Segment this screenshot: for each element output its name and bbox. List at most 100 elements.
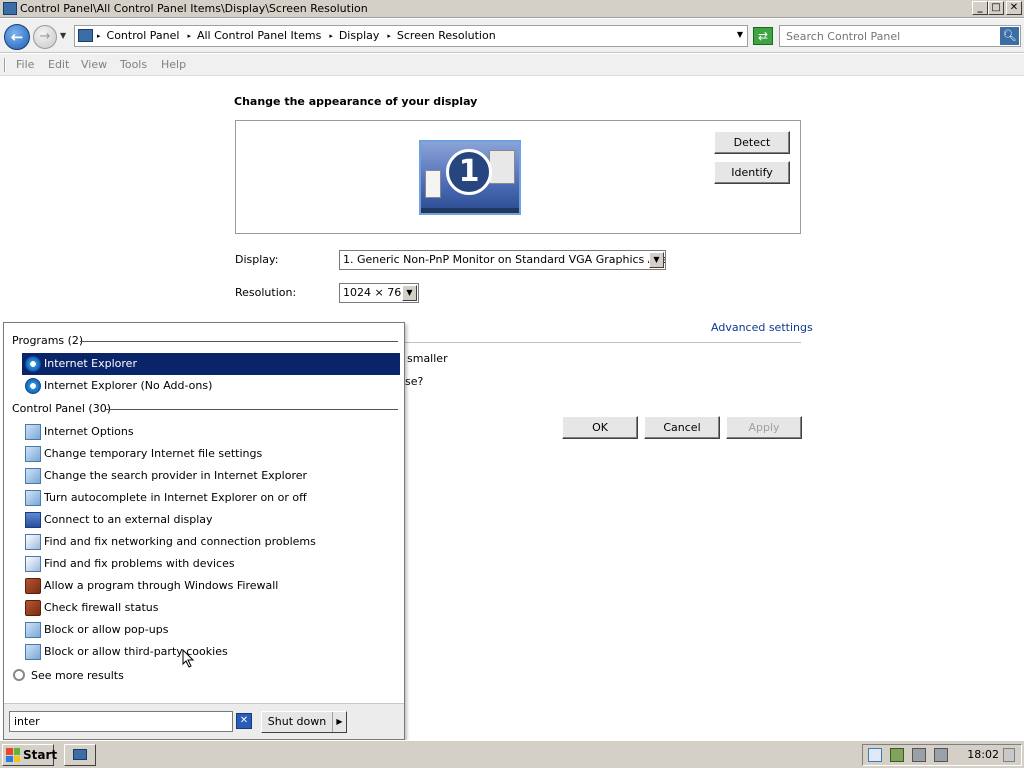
- minimize-button[interactable]: _: [972, 1, 988, 15]
- internet-options-icon: [25, 490, 41, 506]
- result-external-display[interactable]: Connect to an external display: [22, 509, 400, 531]
- volume-muted-icon[interactable]: [934, 748, 948, 762]
- result-fix-devices[interactable]: Find and fix problems with devices: [22, 553, 400, 575]
- chevron-right-icon[interactable]: ▸: [187, 32, 191, 40]
- start-search-input[interactable]: [10, 712, 232, 731]
- result-popups[interactable]: Block or allow pop-ups: [22, 619, 400, 641]
- show-desktop-icon[interactable]: [1003, 748, 1015, 762]
- chevron-right-icon[interactable]: ▸: [387, 32, 391, 40]
- search-input[interactable]: [781, 27, 999, 45]
- network-icon[interactable]: [890, 748, 904, 762]
- result-cookies[interactable]: Block or allow third-party cookies: [22, 641, 400, 663]
- menu-view[interactable]: View: [81, 58, 107, 71]
- troubleshoot-icon: [25, 534, 41, 550]
- result-label: Turn autocomplete in Internet Explorer o…: [44, 491, 307, 504]
- result-firewall-allow[interactable]: Allow a program through Windows Firewall: [22, 575, 400, 597]
- show-desktop-button[interactable]: [64, 744, 96, 766]
- clear-search-icon[interactable]: ✕: [236, 713, 252, 729]
- breadcrumb-control-panel[interactable]: ▸ Control Panel: [97, 29, 179, 42]
- result-firewall-status[interactable]: Check firewall status: [22, 597, 400, 619]
- troubleshoot-icon: [25, 556, 41, 572]
- resolution-label: Resolution:: [235, 286, 297, 299]
- divider: [80, 341, 398, 342]
- result-label: Block or allow pop-ups: [44, 623, 169, 636]
- recent-pages-dropdown[interactable]: ▼: [60, 31, 66, 40]
- result-temp-files[interactable]: Change temporary Internet file settings: [22, 443, 400, 465]
- detect-button[interactable]: Detect: [714, 131, 790, 154]
- result-label: Check firewall status: [44, 601, 159, 614]
- apply-button[interactable]: Apply: [726, 416, 802, 439]
- internet-options-icon: [25, 446, 41, 462]
- address-bar[interactable]: ▸ Control Panel ▸ All Control Panel Items …: [74, 25, 748, 47]
- breadcrumb-screen-resolution[interactable]: ▸ Screen Resolution: [387, 29, 495, 42]
- result-fix-networking[interactable]: Find and fix networking and connection p…: [22, 531, 400, 553]
- maximize-button[interactable]: □: [988, 1, 1004, 15]
- address-dropdown-icon[interactable]: ▼: [737, 30, 743, 39]
- monitor-image[interactable]: 1: [419, 140, 521, 215]
- forward-button[interactable]: →: [33, 25, 57, 49]
- control-panel-icon: [3, 2, 17, 15]
- breadcrumb-all-items[interactable]: ▸ All Control Panel Items: [187, 29, 321, 42]
- start-button[interactable]: Start: [2, 744, 58, 766]
- result-internet-explorer-no-addons[interactable]: Internet Explorer (No Add-ons): [22, 375, 400, 397]
- clock[interactable]: 18:02: [967, 748, 999, 761]
- programs-group-header: Programs (2): [12, 334, 84, 347]
- refresh-button[interactable]: ⇄: [753, 27, 773, 45]
- result-search-provider[interactable]: Change the search provider in Internet E…: [22, 465, 400, 487]
- breadcrumb-label[interactable]: Display: [339, 29, 380, 42]
- result-label: Allow a program through Windows Firewall: [44, 579, 279, 592]
- internet-options-icon: [25, 424, 41, 440]
- close-button[interactable]: ✕: [1006, 1, 1022, 15]
- chevron-down-icon[interactable]: ▼: [649, 252, 664, 268]
- search-icon[interactable]: 🔍︎: [1000, 27, 1019, 45]
- control-panel-icon: [78, 29, 93, 42]
- taskbar: Start 18:02: [0, 740, 1024, 768]
- device-icon[interactable]: [912, 748, 926, 762]
- title-bar: Control Panel\All Control Panel Items\Di…: [0, 0, 1024, 18]
- internet-options-icon: [25, 644, 41, 660]
- display-icon: [25, 512, 41, 528]
- text-fragment[interactable]: se?: [405, 375, 423, 388]
- menu-file[interactable]: File: [16, 58, 34, 71]
- menu-edit[interactable]: Edit: [48, 58, 69, 71]
- text-fragment[interactable]: smaller: [407, 352, 448, 365]
- start-menu: Programs (2) Internet Explorer Internet …: [3, 322, 405, 740]
- chevron-down-icon[interactable]: ▼: [402, 285, 417, 301]
- search-box[interactable]: 🔍︎: [779, 25, 1021, 47]
- window-thumbnail: [425, 170, 441, 198]
- result-internet-explorer[interactable]: Internet Explorer: [22, 353, 400, 375]
- resolution-select[interactable]: 1024 × 768 ▼: [339, 283, 419, 303]
- ie-icon: [25, 356, 41, 372]
- result-label: Block or allow third-party cookies: [44, 645, 228, 658]
- cancel-button[interactable]: Cancel: [644, 416, 720, 439]
- advanced-settings-link[interactable]: Advanced settings: [711, 321, 813, 334]
- result-label: Internet Explorer (No Add-ons): [44, 379, 213, 392]
- chevron-right-icon[interactable]: ▸: [97, 32, 101, 40]
- chevron-right-icon[interactable]: ▶: [332, 712, 346, 732]
- start-label: Start: [23, 748, 58, 762]
- breadcrumb: ▸ Control Panel ▸ All Control Panel Items …: [97, 29, 504, 42]
- chevron-right-icon[interactable]: ▸: [329, 32, 333, 40]
- result-internet-options[interactable]: Internet Options: [22, 421, 400, 443]
- identify-button[interactable]: Identify: [714, 161, 790, 184]
- breadcrumb-label[interactable]: Screen Resolution: [397, 29, 496, 42]
- back-button[interactable]: ←: [4, 24, 30, 50]
- menu-help[interactable]: Help: [161, 58, 186, 71]
- menu-tools[interactable]: Tools: [120, 58, 147, 71]
- breadcrumb-label[interactable]: All Control Panel Items: [197, 29, 321, 42]
- breadcrumb-label[interactable]: Control Panel: [107, 29, 180, 42]
- start-search-box[interactable]: [9, 711, 233, 732]
- action-center-icon[interactable]: [868, 748, 882, 762]
- internet-options-icon: [25, 622, 41, 638]
- ie-icon: [25, 378, 41, 394]
- display-select[interactable]: 1. Generic Non-PnP Monitor on Standard V…: [339, 250, 666, 270]
- shutdown-button[interactable]: Shut down ▶: [261, 711, 347, 733]
- navigation-bar: ← → ▼ ▸ Control Panel ▸ All Control Panel …: [0, 19, 1024, 53]
- result-autocomplete[interactable]: Turn autocomplete in Internet Explorer o…: [22, 487, 400, 509]
- breadcrumb-display[interactable]: ▸ Display: [329, 29, 379, 42]
- menu-bar: File Edit View Tools Help: [0, 54, 1024, 76]
- display-select-value: 1. Generic Non-PnP Monitor on Standard V…: [343, 253, 666, 266]
- ok-button[interactable]: OK: [562, 416, 638, 439]
- see-more-results-link[interactable]: See more results: [12, 667, 212, 685]
- start-menu-footer: ✕ Shut down ▶: [4, 703, 404, 739]
